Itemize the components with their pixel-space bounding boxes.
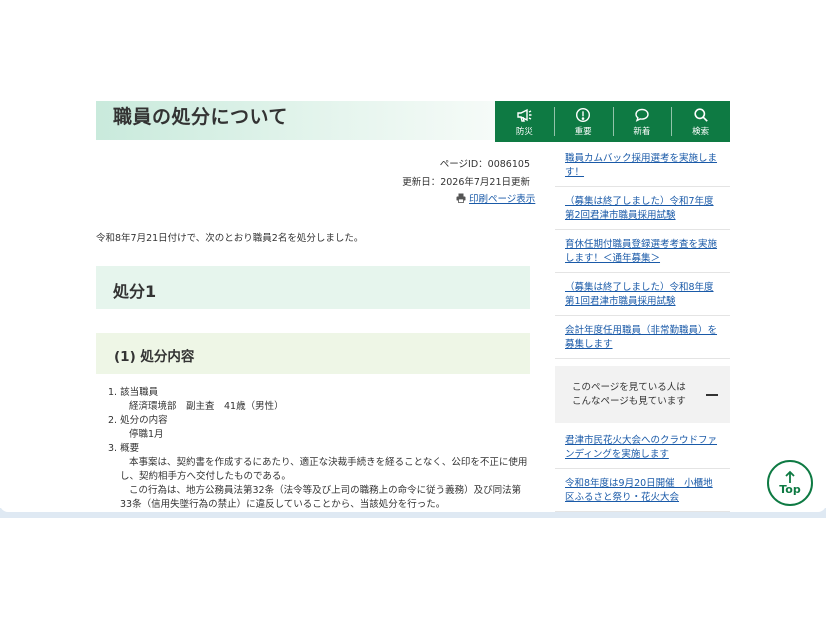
related-link[interactable]: （募集は終了しました）令和7年度第2回君津市職員採用試験 [555,187,730,230]
recommended-link[interactable]: 令和8年度は9月20日開催 小櫃地区ふるさと祭り・花火大会 [555,469,730,512]
toolbar-label: 防災 [515,126,533,137]
section-heading-text: 処分1 [113,282,157,301]
recommended-links: 君津市民花火大会へのクラウドファンディングを実施します 令和8年度は9月20日開… [555,424,730,512]
recommend-line: こんなページも見ています [572,396,686,407]
printer-icon [456,193,466,203]
related-links: 職員カムバック採用選考を実施します！ （募集は終了しました）令和7年度第2回君津… [555,142,730,359]
toolbar-label: 新着 [633,126,651,137]
list-item-value: 経済環境部 副主査 41歳（男性） [129,401,284,412]
disposition-details: 1. 該当職員 経済環境部 副主査 41歳（男性） 2. 処分の内容 停職1月 … [108,386,532,512]
megaphone-icon [517,108,532,122]
search-icon [694,107,708,122]
toolbar-disaster-button[interactable]: 防災 [495,101,554,142]
intro-text: 令和8年7月21日付けで、次のとおり職員2名を処分しました。 [96,233,364,244]
recommended-link[interactable]: 君津市民花火大会へのクラウドファンディングを実施します [555,424,730,469]
related-link[interactable]: 職員カムバック採用選考を実施します！ [555,142,730,187]
utility-toolbar: 防災 重要 新着 検索 [495,101,730,142]
recommend-heading: このページを見ている人は こんなページも見ています [572,381,686,409]
page-id: ページID：0086105 [439,159,530,170]
speech-bubble-icon [635,108,649,122]
related-link[interactable]: 育休任期付職員登録選考考査を実施します！＜通年募集＞ [555,230,730,273]
print-page-link[interactable]: 印刷ページ表示 [456,191,535,205]
toolbar-label: 重要 [574,126,592,137]
list-item: 2. 処分の内容 [108,415,168,426]
toolbar-search-button[interactable]: 検索 [671,101,730,142]
recommend-line: このページを見ている人は [572,382,686,393]
collapse-minus-icon [706,394,718,396]
list-item-value: 停職1月 [129,429,164,440]
subsection-heading: (1) 処分内容 [96,333,530,374]
related-link[interactable]: 会計年度任用職員（非常勤職員）を募集します [555,316,730,359]
alert-icon [576,107,591,122]
back-to-top-label: Top [779,483,801,496]
page-title: 職員の処分について [113,106,288,128]
back-to-top-button[interactable]: Top [767,460,813,506]
page-viewport: 職員の処分について 防災 重要 新着 検索 ページID：0086105 更新日：… [0,0,826,512]
toolbar-label: 検索 [692,126,710,137]
summary-paragraph: この行為は、地方公務員法第32条（法令等及び上司の職務上の命令に従う義務）及び同… [120,485,522,510]
toolbar-new-button[interactable]: 新着 [612,101,672,142]
list-item: 3. 概要 [108,443,140,454]
arrow-up-icon [785,470,795,483]
recommend-toggle[interactable]: このページを見ている人は こんなページも見ています [555,366,730,423]
section-heading: 処分1 [96,266,530,309]
list-item: 1. 該当職員 [108,387,159,398]
updated-date: 更新日：2026年7月21日更新 [402,177,530,188]
toolbar-important-button[interactable]: 重要 [553,101,613,142]
subsection-heading-text: (1) 処分内容 [114,349,195,365]
summary-paragraph: 本事案は、契約書を作成するにあたり、適正な決裁手続きを経ることなく、公印を不正に… [120,457,528,482]
print-page-label: 印刷ページ表示 [469,194,536,205]
related-link[interactable]: （募集は終了しました）令和8年度第1回君津市職員採用試験 [555,273,730,316]
